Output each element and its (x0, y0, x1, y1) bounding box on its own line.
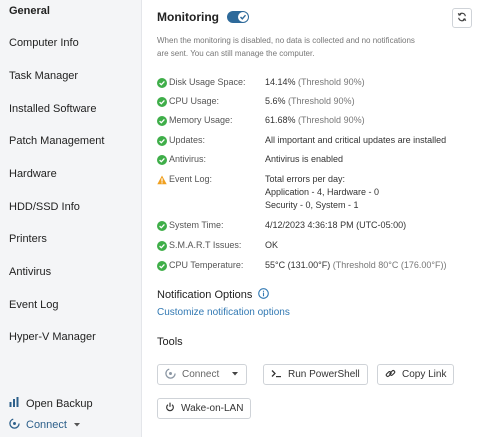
check-circle-icon (157, 154, 167, 165)
status-row-cpu-temperature: CPU Temperature: 55°C (131.00°F) (Thresh… (157, 259, 447, 272)
status-row-smart-issues: S.M.A.R.T Issues: OK (157, 239, 278, 252)
status-value: 61.68% (Threshold 90%) (265, 115, 365, 125)
chevron-down-icon (231, 369, 239, 380)
sidebar-item-installed-software[interactable]: Installed Software (9, 103, 96, 115)
status-row-memory-usage: Memory Usage: 61.68% (Threshold 90%) (157, 114, 365, 127)
status-value: 14.14% (Threshold 90%) (265, 77, 365, 87)
status-row-event-log: Event Log: Total errors per day: Applica… (157, 173, 379, 212)
status-row-system-time: System Time: 4/12/2023 4:36:18 PM (UTC-0… (157, 219, 406, 232)
check-circle-icon (157, 220, 167, 231)
status-value: All important and critical updates are i… (265, 135, 447, 145)
run-powershell-label: Run PowerShell (288, 369, 360, 380)
status-value: 4/12/2023 4:36:18 PM (UTC-05:00) (265, 220, 407, 230)
open-backup-button[interactable]: Open Backup (9, 397, 93, 410)
connect-icon (9, 418, 20, 432)
chevron-down-icon (73, 419, 81, 431)
status-label: CPU Usage: (169, 96, 220, 106)
status-value: 5.6% (Threshold 90%) (265, 96, 355, 106)
check-icon (237, 12, 248, 22)
sidebar-item-general[interactable]: General (9, 5, 50, 17)
open-backup-label: Open Backup (26, 397, 93, 410)
status-label: CPU Temperature: (169, 260, 244, 270)
status-value: OK (265, 240, 279, 250)
check-circle-icon (157, 135, 167, 146)
status-row-updates: Updates: All important and critical upda… (157, 134, 446, 147)
warning-icon (157, 175, 167, 184)
run-powershell-button[interactable]: Run PowerShell (263, 364, 368, 385)
sidebar-item-hyper-v-manager[interactable]: Hyper-V Manager (9, 331, 96, 343)
wake-on-lan-label: Wake-on-LAN (181, 403, 244, 414)
customize-notification-link[interactable]: Customize notification options (157, 307, 290, 318)
info-icon[interactable] (258, 288, 270, 302)
copy-link-button[interactable]: Copy Link (377, 364, 455, 385)
status-label: S.M.A.R.T Issues: (169, 240, 242, 250)
connect-icon (165, 367, 176, 382)
copy-link-label: Copy Link (402, 369, 447, 380)
sidebar-item-antivirus[interactable]: Antivirus (9, 266, 51, 278)
sidebar-connect-button[interactable]: Connect (9, 418, 81, 432)
status-row-antivirus: Antivirus: Antivirus is enabled (157, 153, 343, 166)
notification-options-heading: Notification Options (157, 288, 270, 302)
sidebar-connect-label: Connect (26, 419, 67, 431)
tools-title: Tools (157, 336, 183, 348)
sidebar-item-patch-management[interactable]: Patch Management (9, 135, 104, 147)
status-value: Total errors per day: Application - 4, H… (265, 174, 380, 210)
check-circle-icon (157, 260, 167, 271)
sidebar-item-printers[interactable]: Printers (9, 233, 47, 245)
check-circle-icon (157, 96, 167, 107)
terminal-icon (271, 369, 282, 381)
monitoring-title: Monitoring (157, 10, 219, 24)
sidebar-item-event-log[interactable]: Event Log (9, 299, 59, 311)
check-circle-icon (157, 240, 167, 251)
monitoring-toggle[interactable] (226, 11, 249, 23)
status-row-cpu-usage: CPU Usage: 5.6% (Threshold 90%) (157, 95, 355, 108)
link-icon (385, 368, 396, 382)
monitoring-header: Monitoring (157, 10, 249, 24)
tools-connect-label: Connect (182, 369, 220, 380)
status-row-disk-usage: Disk Usage Space: 14.14% (Threshold 90%) (157, 76, 365, 89)
sidebar-item-hardware[interactable]: Hardware (9, 168, 57, 180)
status-label: Memory Usage: (169, 115, 233, 125)
monitoring-description: When the monitoring is disabled, no data… (157, 36, 415, 58)
main-panel: Monitoring When the monitoring is disabl… (157, 0, 477, 437)
sidebar-item-computer-info[interactable]: Computer Info (9, 37, 79, 49)
check-circle-icon (157, 115, 167, 126)
refresh-button[interactable] (452, 8, 472, 28)
status-value: Antivirus is enabled (265, 154, 344, 164)
check-circle-icon (157, 77, 167, 88)
wake-on-lan-button[interactable]: Wake-on-LAN (157, 398, 252, 419)
status-label: Updates: (169, 135, 206, 145)
bar-chart-icon (9, 397, 20, 410)
sidebar-item-task-manager[interactable]: Task Manager (9, 70, 78, 82)
power-icon (165, 402, 175, 415)
notification-options-title: Notification Options (157, 289, 253, 301)
tools-connect-dropdown[interactable]: Connect (157, 364, 247, 385)
status-label: Event Log: (169, 174, 213, 184)
sidebar: General Computer Info Task Manager Insta… (0, 0, 142, 437)
status-label: System Time: (169, 220, 224, 230)
status-value: 55°C (131.00°F) (Threshold 80°C (176.00°… (265, 260, 447, 270)
sidebar-item-hdd-ssd-info[interactable]: HDD/SSD Info (9, 201, 80, 213)
status-label: Antivirus: (169, 154, 207, 164)
status-label: Disk Usage Space: (169, 77, 246, 87)
refresh-icon (457, 9, 467, 27)
